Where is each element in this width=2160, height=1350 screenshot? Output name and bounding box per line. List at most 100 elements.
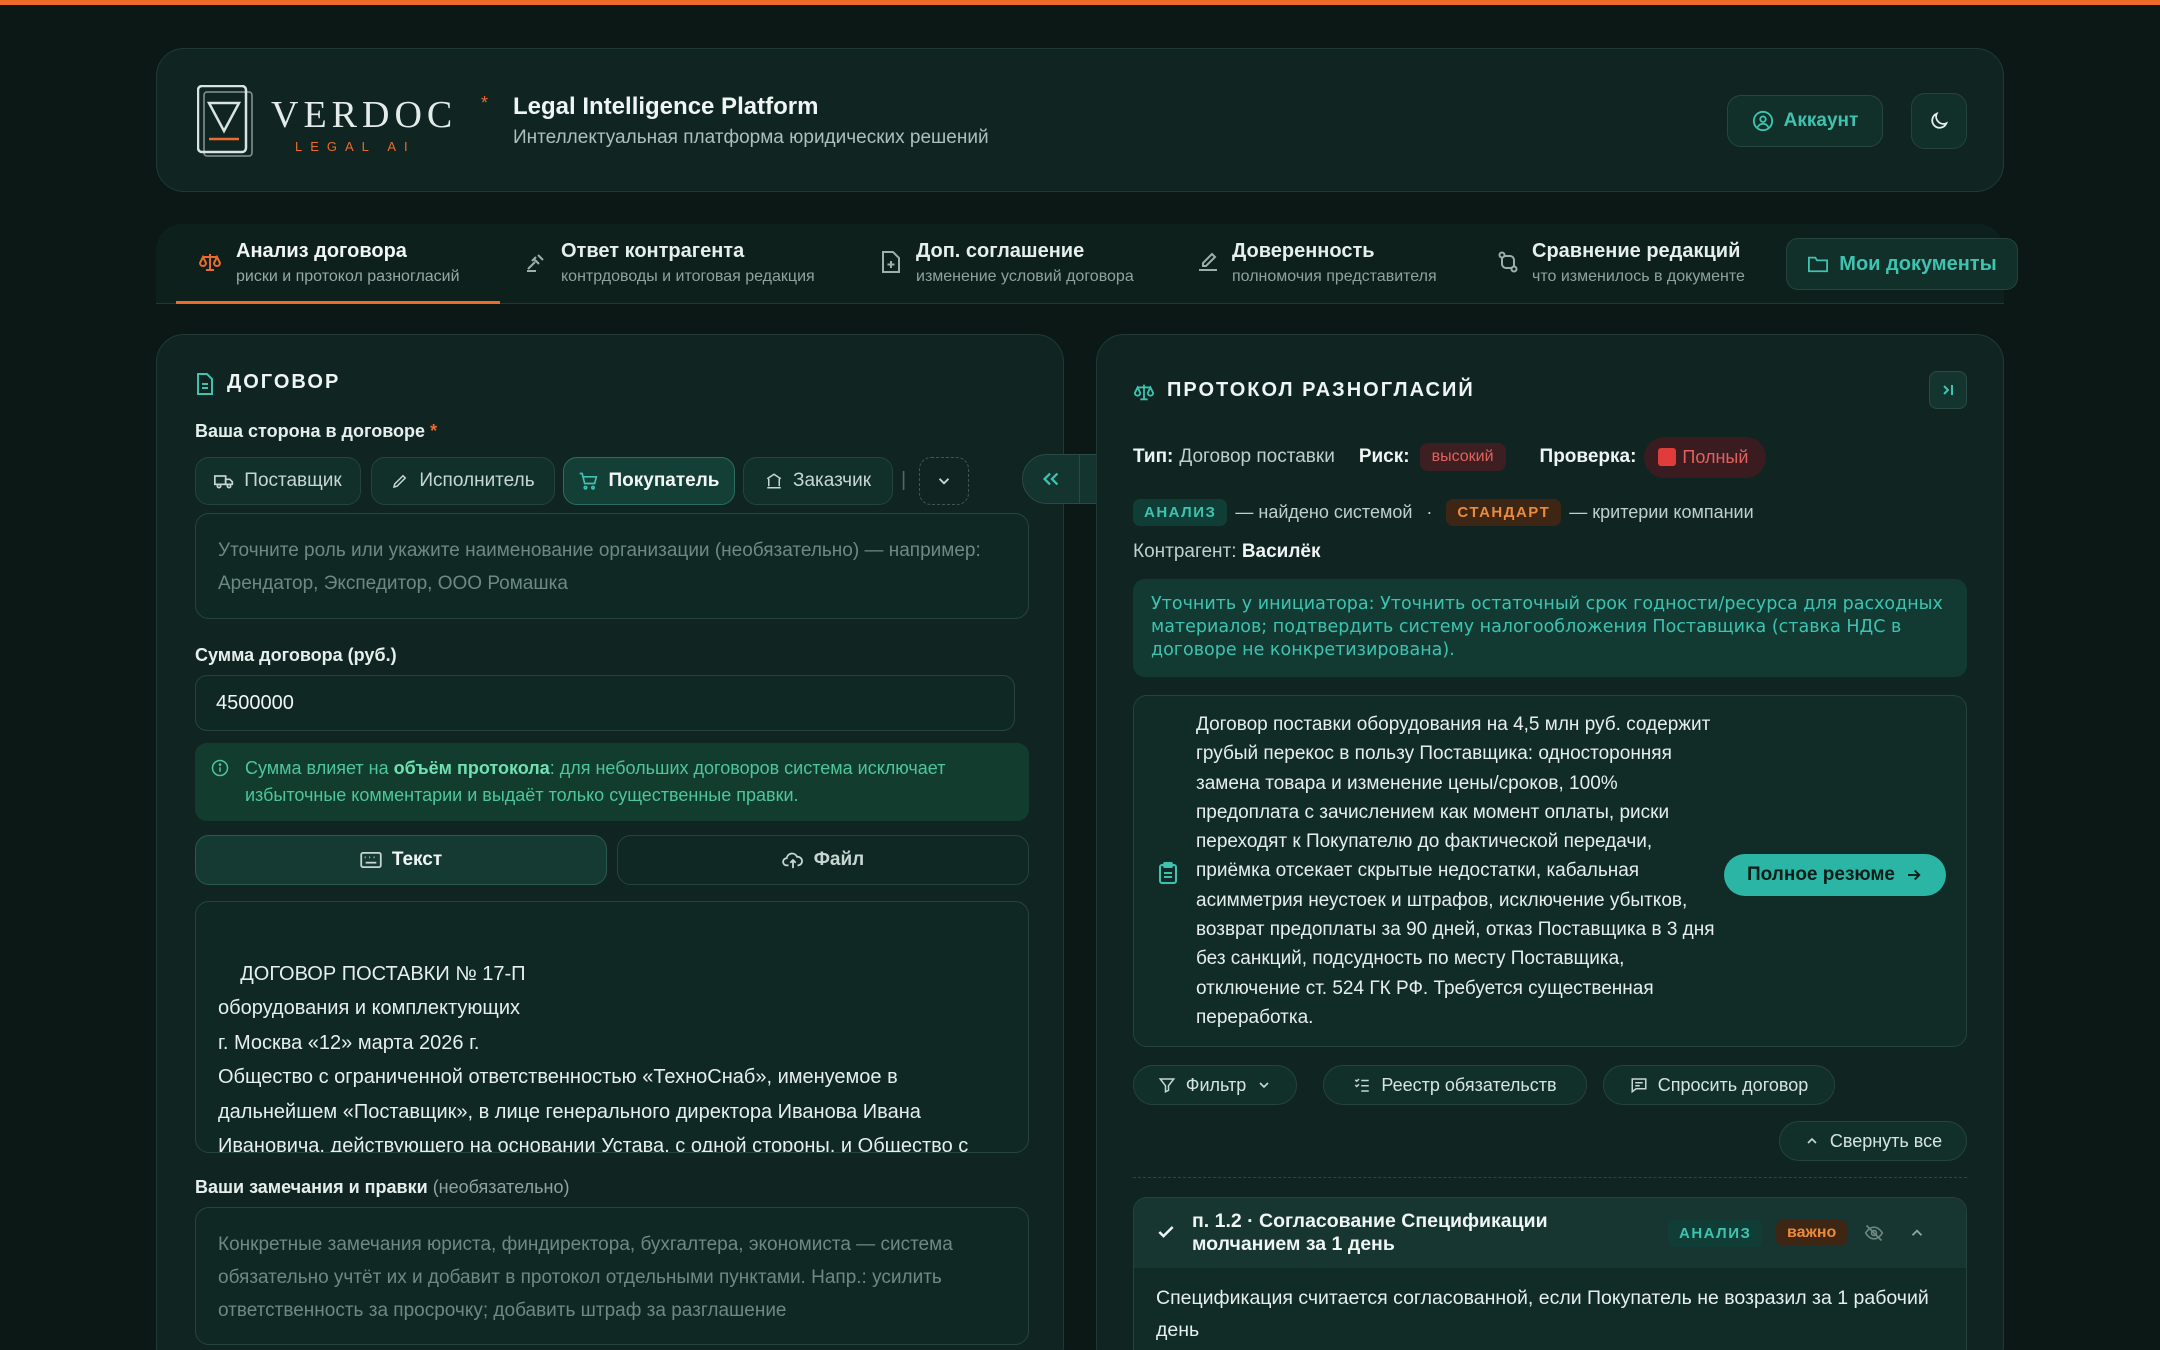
role-separator: | [901,469,907,491]
tab-poa-title: Доверенность [1232,240,1375,262]
tab-counterparty-sub: контрдоводы и итоговая редакция [561,268,815,285]
app-subtitle: Интеллектуальная платформа юридических р… [513,127,989,148]
protocol-title: ПРОТОКОЛ РАЗНОГЛАСИЙ [1167,379,1475,401]
tab-analysis[interactable]: Анализ договора риски и протокол разногл… [176,232,500,304]
contract-textarea[interactable]: ДОГОВОР ПОСТАВКИ № 17-П оборудования и к… [195,901,1029,1153]
info-pre: Сумма влияет на [245,758,394,778]
clarify-text: Уточнить у инициатора: Уточнить остаточн… [1151,594,1943,660]
contract-panel: ДОГОВОР Ваша сторона в договоре * Постав… [156,334,1064,1350]
signature-icon [1199,252,1217,271]
check-badge: Полный [1644,436,1767,478]
scales-icon [1133,384,1155,401]
role-supplier[interactable]: Поставщик [195,457,361,505]
tab-counterparty-title: Ответ контрагента [561,240,745,262]
collapse-panel-button[interactable] [1929,371,1967,409]
protocol-item-header[interactable]: п. 1.2 · Согласование Спецификации молча… [1134,1198,1966,1268]
document-icon [197,373,213,395]
counterparty-value: Василёк [1241,541,1321,562]
item-priority-badge: важно [1776,1220,1848,1246]
legend-analysis-badge: АНАЛИЗ [1133,499,1228,526]
account-button[interactable]: Аккаунт [1727,95,1883,147]
bank-icon [766,473,782,489]
cart-icon [580,472,598,490]
protocol-panel: ПРОТОКОЛ РАЗНОГЛАСИЙ Тип: Договор постав… [1096,334,2004,1350]
clarify-box: Уточнить у инициатора: Уточнить остаточн… [1133,579,1967,677]
ask-contract-label: Спросить договор [1657,1074,1809,1095]
clipboard-icon [1159,862,1177,884]
chevron-down-icon [1259,1082,1269,1089]
meta-row: Тип: Договор поставки Риск: высокий Пров… [1133,435,1767,479]
summary-card: Договор поставки оборудования на 4,5 млн… [1133,695,1967,1047]
sum-value: 4500000 [216,691,294,714]
keyboard-icon [360,852,382,868]
role-buyer[interactable]: Покупатель [563,457,735,505]
mode-file-button[interactable]: Файл [617,835,1029,885]
role-more-dropdown[interactable] [919,457,969,505]
remarks-textarea[interactable]: Конкретные замечания юриста, финдиректор… [195,1207,1029,1345]
mode-text-label: Текст [391,849,443,870]
filter-icon [1158,1078,1176,1093]
counterparty-row: Контрагент: Василёк [1133,541,1321,563]
role-textarea[interactable]: Уточните роль или укажите наименование о… [195,513,1029,619]
expand-left-button[interactable] [1023,455,1081,503]
tab-supplement-title: Доп. соглашение [916,240,1085,262]
tab-counterparty[interactable]: Ответ контрагента контрдоводы и итоговая… [520,232,860,304]
legend-standard-text: — критерии компании [1569,502,1754,522]
chevron-up-icon[interactable] [1908,1224,1926,1242]
mode-file-label: Файл [813,849,865,870]
chevron-down-icon [938,478,950,485]
chevron-up-icon [1807,1137,1817,1144]
tab-compare[interactable]: Сравнение редакций что изменилось в доку… [1492,232,1792,304]
legend-analysis-text: — найдено системой [1235,502,1413,522]
full-summary-button[interactable]: Полное резюме [1724,854,1946,896]
filter-label: Фильтр [1185,1074,1247,1095]
ask-contract-button[interactable]: Спросить договор [1603,1065,1835,1105]
item-analysis-badge: АНАЛИЗ [1668,1220,1763,1247]
registry-button[interactable]: Реестр обязательств [1323,1065,1587,1105]
remarks-label-text: Ваши замечания и правки [195,1177,428,1197]
chevrons-left-icon [1042,472,1059,486]
tab-supplement[interactable]: Доп. соглашение изменение условий догово… [876,232,1176,304]
tab-power-of-attorney[interactable]: Доверенность полномочия представителя [1192,232,1472,304]
role-contractor[interactable]: Исполнитель [371,457,555,505]
tab-poa-sub: полномочия представителя [1232,268,1437,285]
risk-badge: высокий [1419,443,1506,471]
scales-icon [198,254,222,271]
eye-off-icon[interactable] [1864,1223,1884,1243]
compare-icon [1498,251,1518,273]
app-title: Legal Intelligence Platform [513,93,819,120]
brand-sub: LEGAL AI [295,139,416,154]
item-title: п. 1.2 · Согласование Спецификации молча… [1192,1210,1548,1255]
theme-toggle-button[interactable] [1911,93,1967,149]
brand-name: VERDOC [271,94,458,136]
my-documents-button[interactable]: Мои документы [1786,238,2018,290]
contract-text: ДОГОВОР ПОСТАВКИ № 17-П оборудования и к… [218,962,969,1153]
role-buyer-label: Покупатель [608,470,720,491]
legend-row: АНАЛИЗ — найдено системой · СТАНДАРТ — к… [1133,499,1754,526]
registry-label: Реестр обязательств [1381,1074,1557,1095]
top-accent-bar [0,0,2160,5]
pencil-icon [393,474,407,489]
item-text: Спецификация считается согласованной, ес… [1156,1287,1929,1341]
red-square-icon [1658,448,1677,466]
role-customer[interactable]: Заказчик [743,457,893,505]
filter-button[interactable]: Фильтр [1133,1065,1297,1105]
info-icon [211,759,229,777]
sum-info-box: Сумма влияет на объём протокола: для неб… [195,743,1029,821]
remarks-optional: (необязательно) [432,1177,570,1197]
list-check-icon [1355,1078,1370,1092]
logo: VERDOC * LEGAL AI [197,83,488,163]
check-icon [1158,1226,1174,1238]
sum-input[interactable]: 4500000 [195,675,1015,731]
summary-text: Договор поставки оборудования на 4,5 млн… [1196,714,1715,1028]
file-plus-icon [882,251,900,273]
mode-text-button[interactable]: Текст [195,835,607,885]
brand-star: * [481,93,489,113]
role-placeholder: Уточните роль или укажите наименование о… [218,540,981,594]
contract-title: ДОГОВОР [227,371,341,393]
user-circle-icon [1752,110,1773,132]
legend-dot: · [1426,502,1433,522]
collapse-all-button[interactable]: Свернуть все [1779,1121,1967,1161]
legend-standard-badge: СТАНДАРТ [1446,499,1562,526]
panel-collapse-icon [1943,385,1953,395]
